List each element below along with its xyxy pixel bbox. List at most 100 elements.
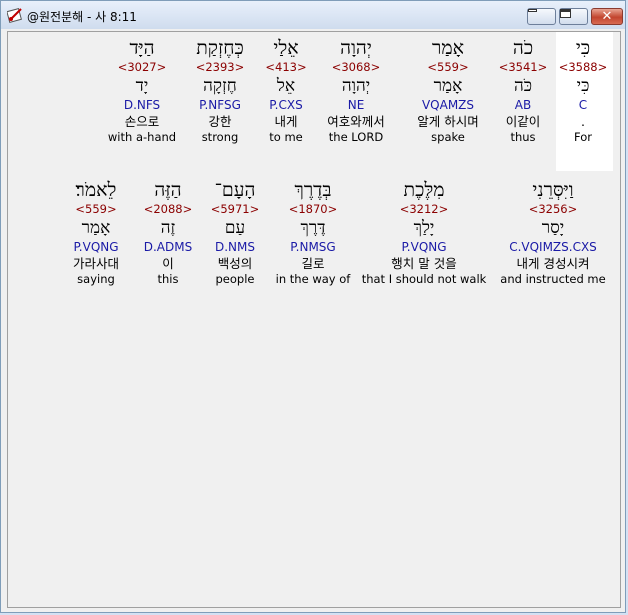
morph-code: P.VQNG bbox=[73, 240, 119, 254]
word-cell[interactable]: הַיָּד <3027> יָד D.NFS 손으로 with a-hand bbox=[104, 36, 180, 145]
korean-gloss: 이같이 bbox=[505, 114, 541, 129]
hebrew-word: אָמַר bbox=[432, 37, 464, 59]
morph-code: C bbox=[578, 98, 588, 112]
korean-gloss: 백성의 bbox=[217, 256, 253, 271]
hebrew-word: לֵאמֹר׃ bbox=[75, 179, 117, 201]
lemma: חֶזְקָה bbox=[203, 76, 237, 96]
word-cell[interactable]: מִלֶּכֶת <3212> יָלַךְ P.VQNG 행치 말 것을 th… bbox=[358, 178, 490, 287]
english-gloss: this bbox=[157, 272, 179, 286]
strong-number: <3541> bbox=[498, 60, 548, 74]
english-gloss: in the way of bbox=[275, 272, 351, 286]
main-window: @원전분해 - 사 8:11 ✕ כִּי <3588> כִּי C . Fo… bbox=[0, 0, 626, 613]
word-cell[interactable]: אֵלַי <413> אֵל P.CXS 내게 to me bbox=[260, 36, 312, 145]
english-gloss: to me bbox=[269, 130, 303, 144]
english-gloss: the LORD bbox=[328, 130, 384, 144]
strong-number: <2088> bbox=[143, 202, 193, 216]
hebrew-word: כִּי bbox=[575, 37, 591, 59]
english-gloss: with a-hand bbox=[107, 130, 177, 144]
strong-number: <3027> bbox=[117, 60, 167, 74]
english-gloss: spake bbox=[431, 130, 465, 144]
korean-gloss: 손으로 bbox=[124, 114, 160, 129]
word-cell[interactable]: אָמַר <559> אָמַר VQAMZS 알게 하시며 spake bbox=[403, 36, 493, 145]
hebrew-word: וַיִּסְּרֵנִי bbox=[532, 179, 574, 201]
strong-number: <5971> bbox=[210, 202, 260, 216]
lemma: יָסַר bbox=[541, 218, 565, 238]
strong-number: <2393> bbox=[195, 60, 245, 74]
lemma: עַם bbox=[224, 218, 246, 238]
hebrew-word: הָעָם־ bbox=[214, 179, 256, 201]
lemma: דֶּרֶךְ bbox=[300, 218, 326, 238]
strong-number: <559> bbox=[75, 202, 117, 216]
hebrew-word: מִלֶּכֶת bbox=[403, 179, 445, 201]
korean-gloss: 이 bbox=[162, 256, 174, 271]
maximize-button[interactable] bbox=[559, 8, 588, 25]
korean-gloss: 내게 bbox=[274, 114, 298, 129]
word-cell[interactable]: לֵאמֹר׃ <559> אָמַר P.VQNG 가라사대 saying bbox=[58, 178, 134, 287]
morph-code: C.VQIMZS.CXS bbox=[509, 240, 597, 254]
lemma: כֹּה bbox=[513, 76, 533, 96]
word-cell[interactable]: הָעָם־ <5971> עַם D.NMS 백성의 people bbox=[204, 178, 266, 287]
korean-gloss: 내게 경성시켜 bbox=[516, 256, 590, 271]
morph-code: P.NFSG bbox=[199, 98, 241, 112]
maximize-icon bbox=[560, 9, 571, 18]
word-cell[interactable]: כֹה <3541> כֹּה AB 이같이 thus bbox=[493, 36, 553, 145]
hebrew-word: הַיָּד bbox=[129, 37, 155, 59]
word-cell[interactable]: כְּחֶזְקַת <2393> חֶזְקָה P.NFSG 강한 stro… bbox=[184, 36, 256, 145]
english-gloss: and instructed me bbox=[500, 272, 606, 286]
english-gloss: saying bbox=[77, 272, 115, 286]
strong-number: <3068> bbox=[331, 60, 381, 74]
hebrew-word: כְּחֶזְקַת bbox=[196, 37, 244, 59]
strong-number: <559> bbox=[427, 60, 469, 74]
lemma: אָמַר bbox=[81, 218, 111, 238]
lemma: יָלַךְ bbox=[413, 218, 435, 238]
lemma: זֶה bbox=[160, 218, 176, 238]
morph-code: P.CXS bbox=[269, 98, 303, 112]
morph-code: VQAMZS bbox=[421, 98, 475, 112]
morph-code: D.NFS bbox=[123, 98, 161, 112]
close-icon: ✕ bbox=[601, 9, 613, 24]
english-gloss: that I should not walk bbox=[361, 272, 487, 286]
word-cell[interactable]: כִּי <3588> כִּי C . For bbox=[551, 36, 615, 145]
english-gloss: people bbox=[215, 272, 255, 286]
morph-code: P.VQNG bbox=[401, 240, 447, 254]
korean-gloss: 여호와께서 bbox=[327, 114, 385, 129]
strong-number: <1870> bbox=[288, 202, 338, 216]
korean-gloss: 알게 하시며 bbox=[417, 114, 479, 129]
korean-gloss: 길로 bbox=[301, 256, 325, 271]
word-cell[interactable]: בְּדֶרֶךְ <1870> דֶּרֶךְ P.NMSG 길로 in th… bbox=[271, 178, 355, 287]
strong-number: <3212> bbox=[399, 202, 449, 216]
hebrew-word: כֹה bbox=[512, 37, 534, 59]
minimize-icon bbox=[528, 9, 537, 12]
word-cell[interactable]: וַיִּסְּרֵנִי <3256> יָסַר C.VQIMZS.CXS … bbox=[493, 178, 613, 287]
title-bar[interactable]: @원전분해 - 사 8:11 ✕ bbox=[1, 1, 625, 29]
korean-gloss: . bbox=[581, 114, 585, 129]
window-title: @원전분해 - 사 8:11 bbox=[27, 10, 137, 24]
morph-code: NE bbox=[347, 98, 365, 112]
english-gloss: strong bbox=[201, 130, 239, 144]
strong-number: <3588> bbox=[558, 60, 608, 74]
lemma: אָמַר bbox=[433, 76, 463, 96]
lemma: יָד bbox=[135, 76, 149, 96]
lemma: כִּי bbox=[576, 76, 590, 96]
hebrew-word: אֵלַי bbox=[273, 37, 299, 59]
hebrew-word: הַזֶּה bbox=[154, 179, 182, 201]
korean-gloss: 가라사대 bbox=[72, 256, 119, 271]
app-icon[interactable] bbox=[7, 7, 23, 23]
morph-code: D.ADMS bbox=[143, 240, 193, 254]
hebrew-word: בְּדֶרֶךְ bbox=[294, 179, 332, 201]
english-gloss: thus bbox=[510, 130, 536, 144]
korean-gloss: 강한 bbox=[208, 114, 232, 129]
interlinear-panel: כִּי <3588> כִּי C . For כֹה <3541> כֹּה… bbox=[7, 31, 621, 608]
korean-gloss: 행치 말 것을 bbox=[391, 256, 457, 271]
word-cell[interactable]: יְהוָה <3068> יְהוָה NE 여호와께서 the LORD bbox=[314, 36, 398, 145]
morph-code: AB bbox=[514, 98, 532, 112]
morph-code: P.NMSG bbox=[290, 240, 336, 254]
english-gloss: For bbox=[574, 130, 592, 144]
lemma: אֵל bbox=[276, 76, 296, 96]
morph-code: D.NMS bbox=[214, 240, 255, 254]
lemma: יְהוָה bbox=[341, 76, 371, 96]
minimize-button[interactable] bbox=[527, 8, 556, 25]
close-button[interactable]: ✕ bbox=[591, 8, 623, 25]
word-cell[interactable]: הַזֶּה <2088> זֶה D.ADMS 이 this bbox=[138, 178, 198, 287]
strong-number: <413> bbox=[265, 60, 307, 74]
